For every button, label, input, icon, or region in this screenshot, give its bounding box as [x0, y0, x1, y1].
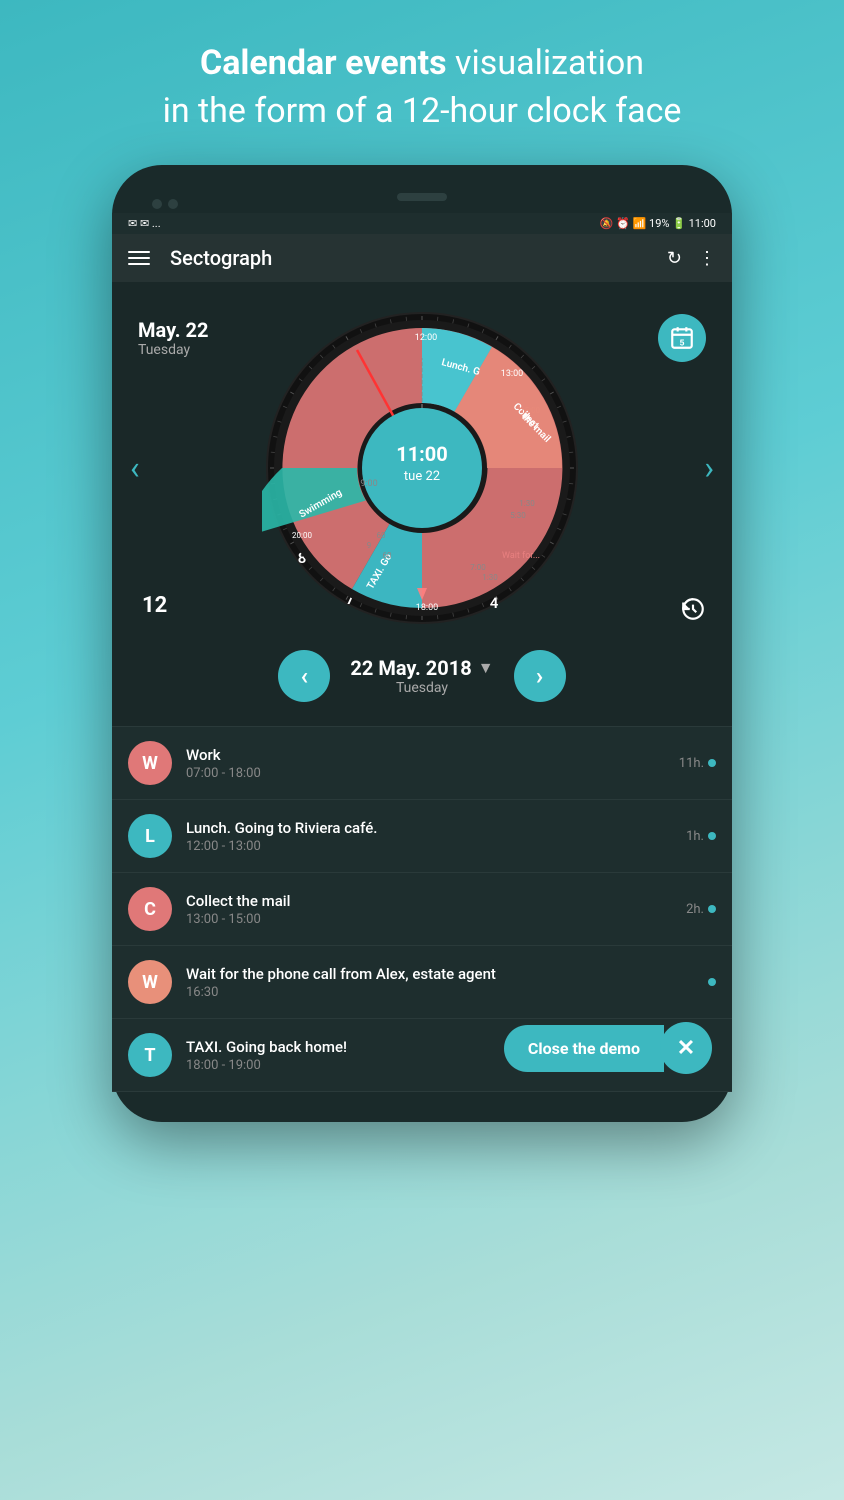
event-item-wait[interactable]: W Wait for the phone call from Alex, est… — [112, 946, 732, 1019]
app-bar: Sectograph ↻ ⋮ — [112, 234, 732, 282]
prev-arrow[interactable]: ‹ — [130, 449, 140, 487]
event-item-work[interactable]: W Work 07:00 - 18:00 11h. — [112, 727, 732, 800]
date-label-day: Tuesday — [138, 342, 208, 358]
date-label-date: May. 22 — [138, 318, 208, 342]
event-duration-wait — [708, 978, 716, 986]
event-dot-wait — [708, 978, 716, 986]
svg-text:13:00: 13:00 — [501, 369, 523, 379]
event-avatar-taxi: T — [128, 1033, 172, 1077]
history-button[interactable] — [680, 596, 706, 628]
prev-date-button[interactable]: ‹ — [278, 650, 330, 702]
svg-text:1:30: 1:30 — [519, 499, 535, 508]
phone-dots — [152, 199, 178, 209]
event-dot-lunch — [708, 832, 716, 840]
svg-text:12:00: 12:00 — [415, 333, 437, 343]
event-title-work: Work — [186, 746, 665, 764]
event-duration-collect: 2h. — [686, 902, 716, 917]
status-left: ✉ ✉ ... — [128, 217, 161, 230]
svg-text:11:00: 11:00 — [396, 442, 448, 466]
close-x-button[interactable]: ✕ — [660, 1022, 712, 1074]
svg-text:5:30: 5:30 — [510, 511, 526, 520]
event-avatar-wait: W — [128, 960, 172, 1004]
event-time-wait: 16:30 — [186, 985, 694, 1000]
app-title: Sectograph — [170, 246, 667, 270]
event-dot-work — [708, 759, 716, 767]
status-bar: ✉ ✉ ... 🔕 ⏰ 📶 19% 🔋 11:00 — [112, 213, 732, 234]
event-info-lunch: Lunch. Going to Riviera café. 12:00 - 13… — [186, 819, 672, 854]
event-item-lunch[interactable]: L Lunch. Going to Riviera café. 12:00 - … — [112, 800, 732, 873]
event-dot-collect — [708, 905, 716, 913]
date-text: 22 May. 2018 ▼ — [350, 656, 493, 680]
phone-dot-2 — [168, 199, 178, 209]
date-center: 22 May. 2018 ▼ Tuesday — [350, 656, 493, 696]
svg-text:9:00: 9:00 — [360, 479, 377, 489]
event-info-wait: Wait for the phone call from Alex, estat… — [186, 965, 694, 1000]
app-bar-icons: ↻ ⋮ — [667, 248, 716, 269]
status-right-text: 🔕 ⏰ 📶 19% 🔋 11:00 — [600, 217, 716, 230]
event-info-collect: Collect the mail 13:00 - 15:00 — [186, 892, 672, 927]
close-demo-button[interactable]: Close the demo — [504, 1025, 664, 1072]
event-avatar-collect: C — [128, 887, 172, 931]
event-title-collect: Collect the mail — [186, 892, 672, 910]
event-info-work: Work 07:00 - 18:00 — [186, 746, 665, 781]
page-header: Calendar events visualization in the for… — [0, 0, 844, 165]
date-label: May. 22 Tuesday — [138, 318, 208, 358]
svg-text:1:30: 1:30 — [482, 573, 498, 582]
svg-text:20:00: 20:00 — [292, 531, 312, 540]
svg-text:7:00: 7:00 — [470, 563, 486, 572]
event-avatar-work: W — [128, 741, 172, 785]
more-options-icon[interactable]: ⋮ — [698, 248, 716, 269]
clock-svg: 12 1 2 3 4 5 7 8 — [262, 308, 582, 628]
header-text: Calendar events visualization in the for… — [60, 40, 784, 135]
day-number-12: 12 — [142, 593, 167, 618]
clock-section: May. 22 Tuesday ‹ › 5 — [128, 298, 716, 638]
event-item-collect[interactable]: C Collect the mail 13:00 - 15:00 2h. — [112, 873, 732, 946]
status-right: 🔕 ⏰ 📶 19% 🔋 11:00 — [600, 217, 716, 230]
refresh-icon[interactable]: ↻ — [667, 248, 682, 269]
svg-text:5: 5 — [680, 339, 685, 349]
calendar-button[interactable]: 5 — [658, 314, 706, 362]
close-demo-container: Close the demo ✕ — [504, 1022, 712, 1074]
phone-top — [112, 185, 732, 213]
svg-text:60: 60 — [377, 531, 386, 540]
event-time-collect: 13:00 - 15:00 — [186, 912, 672, 927]
next-arrow[interactable]: › — [704, 449, 714, 487]
event-title-lunch: Lunch. Going to Riviera café. — [186, 819, 672, 837]
event-duration-work: 11h. — [679, 756, 716, 771]
svg-text:Wait for...: Wait for... — [502, 551, 540, 561]
day-text: Tuesday — [350, 680, 493, 696]
event-time-lunch: 12:00 - 13:00 — [186, 839, 672, 854]
phone-dot-1 — [152, 199, 162, 209]
svg-text:- 15:00: - 15:00 — [516, 406, 541, 415]
date-nav: ‹ 22 May. 2018 ▼ Tuesday › — [128, 638, 716, 710]
svg-text:tue 22: tue 22 — [404, 469, 440, 484]
svg-text:60: 60 — [383, 551, 392, 560]
status-icons: ✉ ✉ ... — [128, 217, 161, 230]
svg-text:9: 9 — [367, 541, 372, 550]
next-date-button[interactable]: › — [514, 650, 566, 702]
phone-frame: ✉ ✉ ... 🔕 ⏰ 📶 19% 🔋 11:00 Sectograph ↻ ⋮… — [112, 165, 732, 1122]
main-content: May. 22 Tuesday ‹ › 5 — [112, 282, 732, 726]
phone-speaker — [397, 193, 447, 201]
event-title-wait: Wait for the phone call from Alex, estat… — [186, 965, 694, 983]
event-avatar-lunch: L — [128, 814, 172, 858]
hamburger-menu[interactable] — [128, 251, 150, 265]
clock-container: 12 1 2 3 4 5 7 8 — [262, 308, 582, 628]
event-duration-lunch: 1h. — [686, 829, 716, 844]
event-time-work: 07:00 - 18:00 — [186, 766, 665, 781]
svg-text:18:00: 18:00 — [416, 603, 438, 613]
